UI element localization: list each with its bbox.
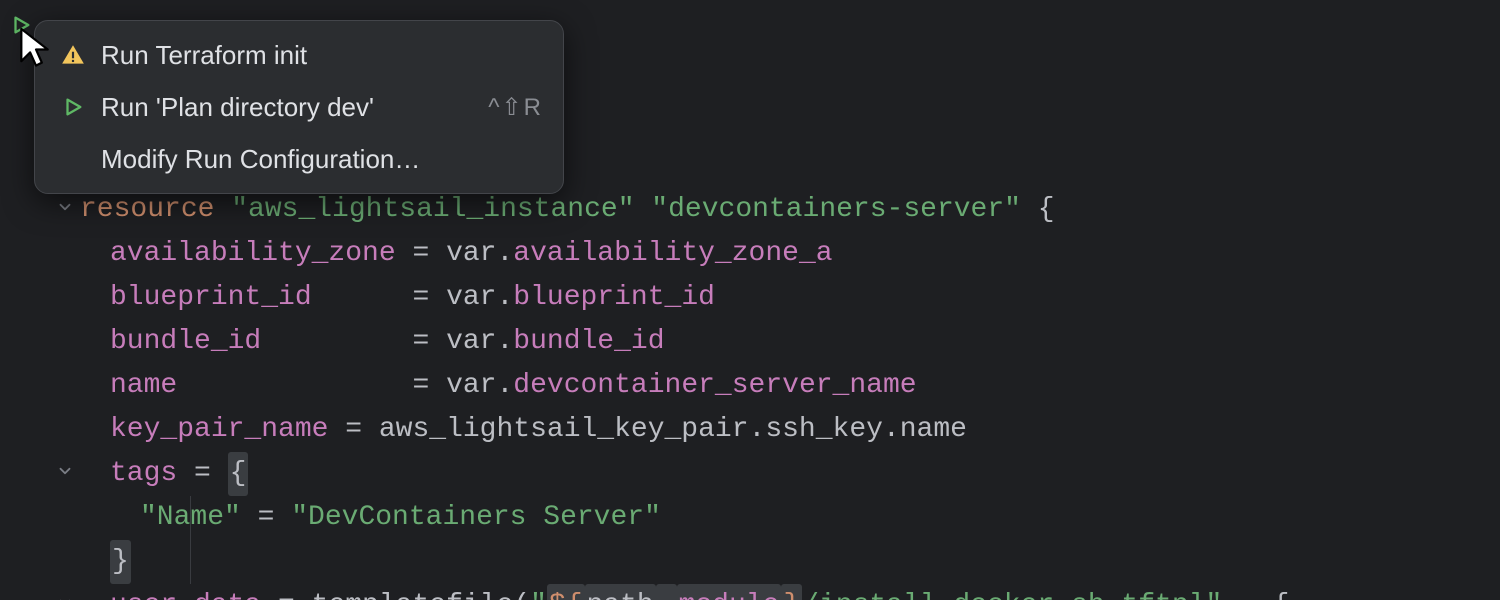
- warning-icon: [59, 41, 87, 69]
- code-token: {: [1038, 188, 1055, 232]
- fold-chevron-icon[interactable]: [56, 198, 74, 222]
- code-token: tags: [110, 452, 194, 496]
- code-token: path: [585, 584, 656, 600]
- code-token: =: [258, 496, 292, 540]
- menu-item-2[interactable]: Modify Run Configuration…: [35, 133, 563, 185]
- fold-chevron-icon[interactable]: [56, 462, 74, 486]
- code-token: .: [656, 584, 677, 600]
- code-token: .: [496, 320, 513, 364]
- code-token: =: [345, 408, 379, 452]
- code-token: .: [496, 364, 513, 408]
- menu-item-0[interactable]: Run Terraform init: [35, 29, 563, 81]
- code-token: templatefile(: [312, 584, 530, 600]
- code-token: ": [530, 584, 547, 600]
- code-token: =: [412, 232, 446, 276]
- code-token: "aws_lightsail_instance" "devcontainers-…: [231, 188, 1038, 232]
- code-token: .: [496, 232, 513, 276]
- menu-item-label: Run Terraform init: [101, 40, 543, 71]
- code-token: resource: [80, 188, 231, 232]
- code-token: }: [781, 584, 802, 600]
- code-token: =: [278, 584, 312, 600]
- code-token: var: [446, 276, 496, 320]
- code-line[interactable]: key_pair_name = aws_lightsail_key_pair.s…: [110, 408, 967, 452]
- code-token: =: [412, 320, 446, 364]
- code-line[interactable]: availability_zone = var.availability_zon…: [110, 232, 833, 276]
- code-token: key_pair_name: [110, 408, 345, 452]
- code-token: ${: [547, 584, 585, 600]
- code-line[interactable]: user_data = templatefile("${path.module}…: [110, 584, 1289, 600]
- code-token: bundle_id: [110, 320, 412, 364]
- indent-guide: [190, 496, 191, 584]
- code-token: availability_zone_a: [513, 232, 832, 276]
- menu-item-shortcut: ^⇧R: [488, 93, 543, 122]
- code-token: module: [677, 584, 782, 600]
- menu-item-label: Run 'Plan directory dev': [101, 92, 488, 123]
- code-token: var: [446, 364, 496, 408]
- run-gutter-icon[interactable]: [10, 14, 32, 36]
- code-token: }: [110, 540, 131, 584]
- code-line[interactable]: tags = {: [110, 452, 248, 496]
- fold-chevron-icon[interactable]: [56, 594, 74, 600]
- code-line[interactable]: bundle_id = var.bundle_id: [110, 320, 665, 364]
- code-line[interactable]: blueprint_id = var.blueprint_id: [110, 276, 715, 320]
- code-line[interactable]: "Name" = "DevContainers Server": [140, 496, 661, 540]
- menu-item-label: Modify Run Configuration…: [101, 144, 543, 175]
- code-token: var: [446, 320, 496, 364]
- code-token: /install_docker.sh.tftpl": [802, 584, 1222, 600]
- code-token: devcontainer_server_name: [513, 364, 916, 408]
- code-token: =: [194, 452, 228, 496]
- code-line[interactable]: }: [110, 540, 131, 584]
- code-token: blueprint_id: [513, 276, 715, 320]
- code-token: , {: [1222, 584, 1289, 600]
- code-token: {: [228, 452, 249, 496]
- code-token: .: [496, 276, 513, 320]
- code-token: blueprint_id: [110, 276, 412, 320]
- code-line[interactable]: resource "aws_lightsail_instance" "devco…: [80, 188, 1055, 232]
- code-token: user_data: [110, 584, 278, 600]
- code-token: bundle_id: [513, 320, 664, 364]
- code-token: var: [446, 232, 496, 276]
- code-line[interactable]: name = var.devcontainer_server_name: [110, 364, 917, 408]
- code-token: =: [412, 364, 446, 408]
- code-token: aws_lightsail_key_pair.ssh_key.name: [379, 408, 967, 452]
- code-token: "DevContainers Server": [291, 496, 661, 540]
- menu-item-1[interactable]: Run 'Plan directory dev'^⇧R: [35, 81, 563, 133]
- run-context-menu: Run Terraform init Run 'Plan directory de…: [34, 20, 564, 194]
- code-token: "Name": [140, 496, 258, 540]
- code-token: availability_zone: [110, 232, 412, 276]
- code-token: name: [110, 364, 412, 408]
- play-icon: [59, 93, 87, 121]
- code-token: =: [412, 276, 446, 320]
